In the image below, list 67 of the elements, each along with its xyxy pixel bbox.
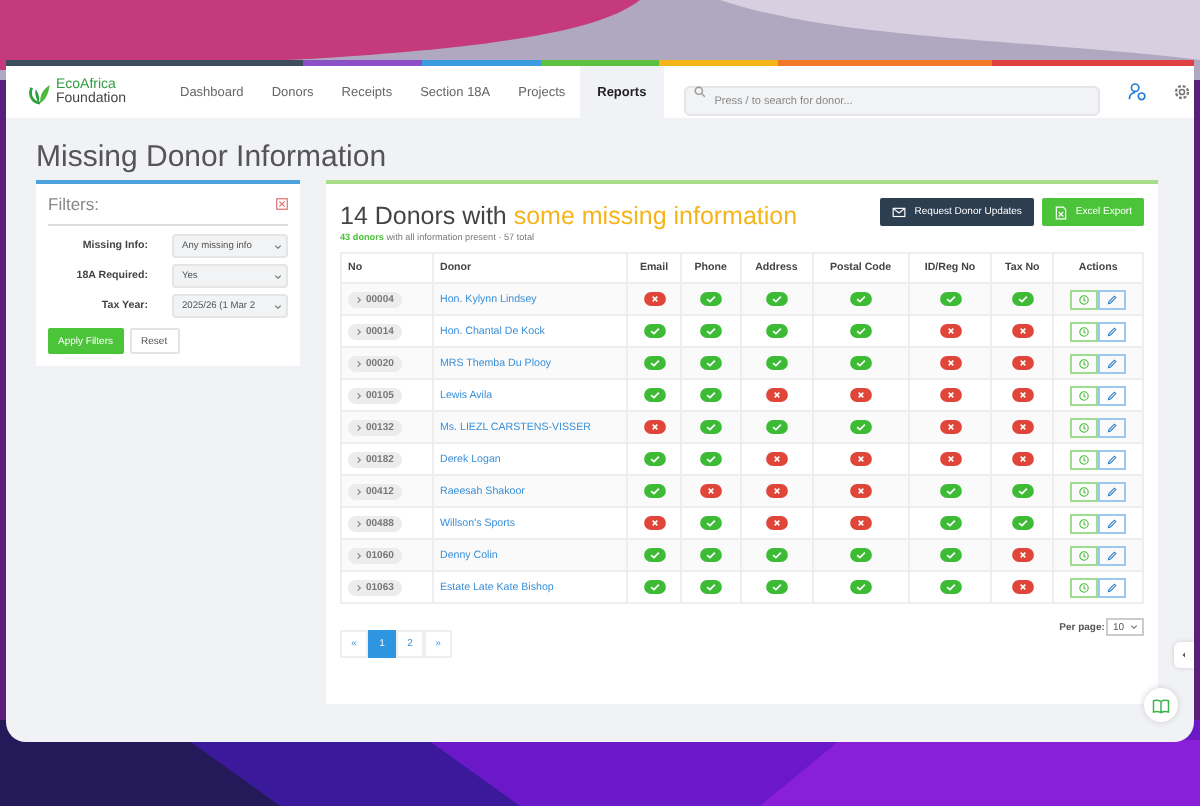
history-button[interactable] bbox=[1070, 513, 1099, 533]
edit-button[interactable] bbox=[1098, 449, 1127, 469]
clock-icon bbox=[1078, 581, 1091, 593]
envelope-icon bbox=[892, 205, 907, 219]
history-button[interactable] bbox=[1070, 417, 1099, 437]
edit-button[interactable] bbox=[1098, 577, 1127, 597]
chevron-icon bbox=[356, 455, 362, 463]
clock-icon bbox=[1078, 357, 1091, 369]
history-button[interactable] bbox=[1070, 481, 1099, 501]
page-title: Missing Donor Information bbox=[36, 140, 389, 174]
chevron-icon bbox=[356, 423, 362, 431]
help-button[interactable] bbox=[1144, 688, 1178, 722]
chevron-icon bbox=[356, 583, 362, 591]
history-button[interactable] bbox=[1070, 289, 1099, 309]
history-button[interactable] bbox=[1070, 321, 1099, 341]
clock-icon bbox=[1078, 517, 1091, 529]
edit-button[interactable] bbox=[1098, 321, 1127, 341]
history-button[interactable] bbox=[1070, 449, 1099, 469]
chevron-icon bbox=[356, 327, 362, 335]
clock-icon bbox=[1078, 485, 1091, 497]
edit-button[interactable] bbox=[1098, 545, 1127, 565]
pencil-icon bbox=[1106, 549, 1119, 561]
pencil-icon bbox=[1106, 357, 1119, 369]
history-button[interactable] bbox=[1070, 353, 1099, 373]
caret-icon bbox=[1182, 652, 1186, 658]
edit-button[interactable] bbox=[1098, 353, 1127, 373]
edit-button[interactable] bbox=[1098, 385, 1127, 405]
panel-title: Filters: bbox=[48, 194, 99, 214]
pencil-icon bbox=[1106, 421, 1119, 433]
settings-icon[interactable] bbox=[1172, 82, 1193, 102]
pencil-icon bbox=[1106, 325, 1119, 337]
clock-icon bbox=[1078, 549, 1091, 561]
report-heading: 14 Donors with some missing information bbox=[340, 202, 798, 230]
search-icon bbox=[694, 86, 707, 98]
clock-icon bbox=[1078, 421, 1091, 433]
clock-icon bbox=[1078, 389, 1091, 401]
pencil-icon bbox=[1106, 389, 1119, 401]
side-panel-toggle[interactable] bbox=[1174, 642, 1194, 668]
chevron-icon bbox=[356, 487, 362, 495]
history-button[interactable] bbox=[1070, 545, 1099, 565]
chevron-icon bbox=[356, 551, 362, 559]
spreadsheet-icon bbox=[1053, 205, 1068, 219]
edit-button[interactable] bbox=[1098, 417, 1127, 437]
chevron-icon bbox=[356, 519, 362, 527]
clock-icon bbox=[1078, 325, 1091, 337]
close-icon[interactable] bbox=[276, 198, 288, 210]
user-settings-icon[interactable] bbox=[1128, 82, 1149, 102]
pencil-icon bbox=[1106, 485, 1119, 497]
pencil-icon bbox=[1106, 517, 1119, 529]
edit-button[interactable] bbox=[1098, 289, 1127, 309]
edit-button[interactable] bbox=[1098, 481, 1127, 501]
pencil-icon bbox=[1106, 293, 1119, 305]
pencil-icon bbox=[1106, 453, 1119, 465]
chevron-icon bbox=[356, 391, 362, 399]
caret-icon bbox=[1130, 624, 1138, 630]
clock-icon bbox=[1078, 293, 1091, 305]
caret-icon bbox=[274, 243, 282, 249]
chevron-icon bbox=[356, 295, 362, 303]
chevron-icon bbox=[356, 359, 362, 367]
caret-icon bbox=[274, 303, 282, 309]
history-button[interactable] bbox=[1070, 385, 1099, 405]
pencil-icon bbox=[1106, 581, 1119, 593]
caret-icon bbox=[274, 273, 282, 279]
book-icon bbox=[1152, 697, 1170, 713]
clock-icon bbox=[1078, 453, 1091, 465]
edit-button[interactable] bbox=[1098, 513, 1127, 533]
history-button[interactable] bbox=[1070, 577, 1099, 597]
